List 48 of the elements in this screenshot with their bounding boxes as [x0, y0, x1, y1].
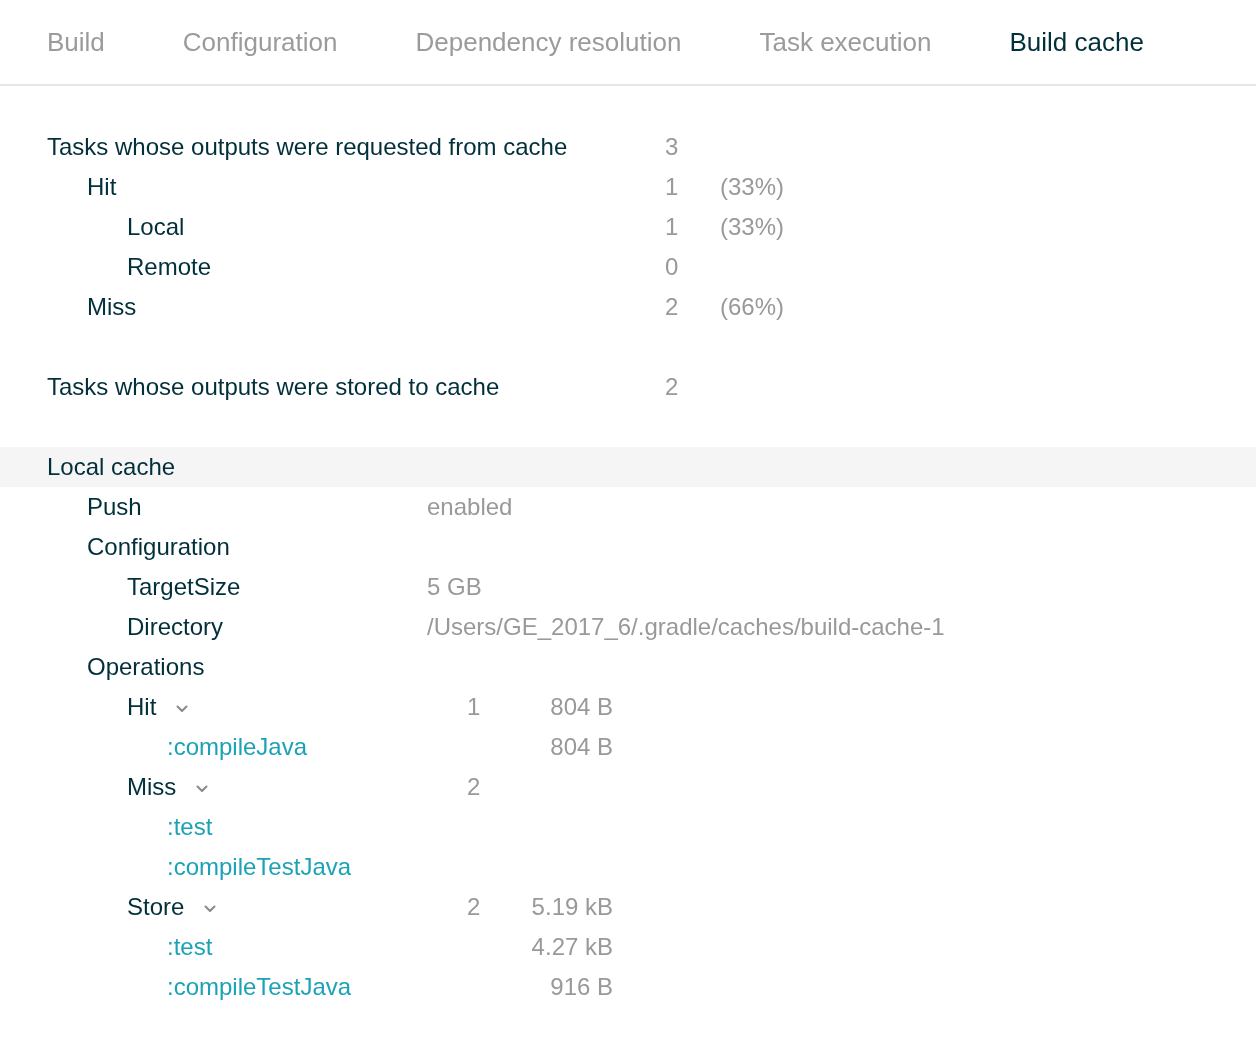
- property-label: Operations: [87, 653, 205, 681]
- stat-value: 0: [665, 253, 679, 280]
- stat-value: 1: [665, 173, 679, 200]
- caret-icon[interactable]: [204, 905, 217, 913]
- operation-label: Store: [127, 893, 185, 921]
- property-label: TargetSize: [127, 573, 241, 601]
- section-title: Local cache: [47, 453, 176, 481]
- task-link[interactable]: :compileTestJava: [167, 973, 352, 1001]
- caret-icon[interactable]: [196, 785, 209, 793]
- tab[interactable]: Build: [47, 26, 105, 58]
- stat-value: 3: [665, 133, 679, 160]
- operation-count: 2: [467, 893, 481, 920]
- property-label: Directory: [127, 613, 223, 641]
- operation-count: 2: [467, 773, 481, 800]
- operation-size: 804 B: [550, 693, 613, 720]
- stat-label: Miss: [87, 293, 137, 321]
- operation-label: Miss: [127, 773, 177, 801]
- operation-count: 1: [467, 693, 481, 720]
- task-size: 916 B: [550, 973, 613, 1000]
- task-size: 804 B: [550, 733, 613, 760]
- property-value: /Users/GE_2017_6/.gradle/caches/build-cache-1: [427, 613, 945, 640]
- property-label: Configuration: [87, 533, 230, 561]
- operation-size: 5.19 kB: [531, 893, 613, 920]
- task-link[interactable]: :compileJava: [167, 733, 308, 761]
- property-label: Push: [87, 493, 142, 521]
- tab[interactable]: Build cache: [1009, 26, 1144, 58]
- stat-label: Remote: [127, 253, 212, 281]
- stat-value: 2: [665, 293, 679, 320]
- tab[interactable]: Task execution: [759, 26, 932, 58]
- task-link[interactable]: :compileTestJava: [167, 853, 352, 881]
- stat-label: Hit: [87, 173, 117, 201]
- task-link[interactable]: :test: [167, 813, 213, 841]
- stat-percent: (33%): [720, 173, 785, 200]
- tab[interactable]: Dependency resolution: [415, 26, 682, 58]
- property-value: 5 GB: [427, 573, 482, 600]
- property-value: enabled: [427, 493, 513, 520]
- tab[interactable]: Configuration: [182, 26, 338, 58]
- stat-label: Tasks whose outputs were stored to cache: [47, 373, 500, 401]
- caret-icon[interactable]: [176, 705, 189, 713]
- stat-label: Tasks whose outputs were requested from cache: [47, 133, 568, 161]
- stat-value: 1: [665, 213, 679, 240]
- task-link[interactable]: :test: [167, 933, 213, 961]
- operation-label: Hit: [127, 693, 157, 721]
- stat-percent: (66%): [720, 293, 785, 320]
- stat-percent: (33%): [720, 213, 785, 240]
- stat-label: Local: [127, 213, 185, 241]
- stat-value: 2: [665, 373, 679, 400]
- task-size: 4.27 kB: [531, 933, 613, 960]
